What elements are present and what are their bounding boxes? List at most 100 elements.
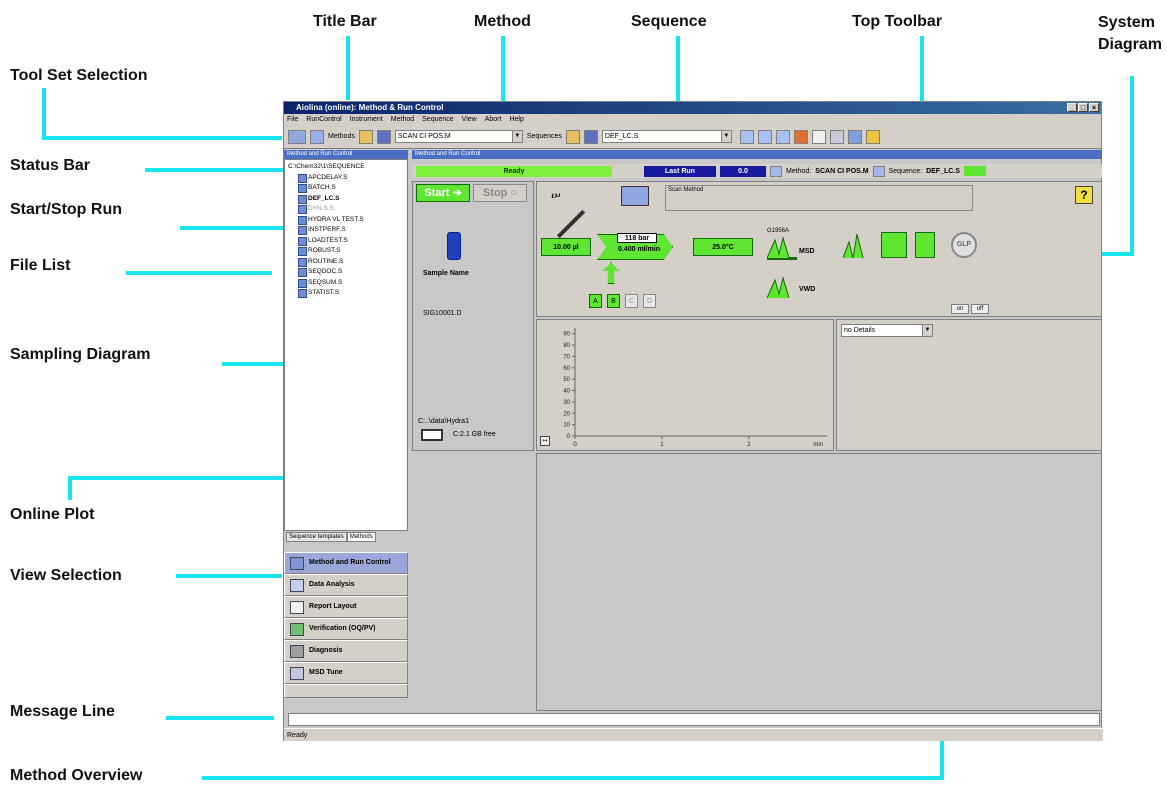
glp-icon[interactable]: GLP — [951, 232, 977, 258]
data-analysis-icon — [290, 579, 304, 592]
view-verification[interactable]: Verification (OQ/PV) — [284, 618, 408, 640]
instrument-icon[interactable] — [310, 129, 324, 144]
tree-root[interactable]: C:\Chem32\1\SEQUENCE — [288, 162, 365, 173]
sequences-label: Sequences — [526, 133, 562, 140]
view-label: Data Analysis — [309, 581, 355, 588]
line-sysdiag-v — [1130, 76, 1134, 256]
save-sequence-icon[interactable] — [583, 129, 598, 144]
menu-help[interactable]: Help — [509, 114, 523, 125]
file-item[interactable]: BATCH.S — [288, 183, 365, 194]
file-item[interactable]: ROUTINE.S — [288, 257, 365, 268]
view-method-run-control[interactable]: Method and Run Control — [284, 552, 408, 574]
vwd-peak-icon[interactable] — [766, 276, 797, 300]
scan-method-icon — [621, 186, 649, 206]
details-select[interactable]: no Details ▼ — [841, 324, 933, 337]
glp-label: GLP — [956, 241, 972, 248]
line-toolset-v — [42, 88, 46, 140]
file-item[interactable]: STATIST.S — [288, 288, 365, 299]
close-button[interactable]: × — [1089, 103, 1099, 112]
system-diagram: ሠ Scan Method ? 10.00 µl 118 bar 0.400 m… — [536, 181, 1102, 317]
method-select[interactable]: SCAN CI POS.M ▼ — [394, 130, 523, 143]
toolbar-icon-3[interactable] — [775, 129, 790, 144]
tab-sequence-templates[interactable]: Sequence templates — [286, 532, 347, 542]
msd-peak-svg — [766, 236, 790, 259]
sequence-select[interactable]: DEF_LC.S ▼ — [601, 130, 732, 143]
main-panel-header: Method and Run Control — [412, 150, 1102, 159]
callout-start-stop: Start/Stop Run — [10, 201, 122, 218]
menu-instrument[interactable]: Instrument — [350, 114, 383, 125]
save-method-icon[interactable] — [376, 129, 391, 144]
online-plot-chart: 0 10 20 30 40 50 60 70 80 90 0 1 2 min — [563, 328, 827, 448]
callout-status-bar: Status Bar — [10, 157, 91, 174]
menu-method[interactable]: Method — [391, 114, 414, 125]
view-diagnosis[interactable]: Diagnosis — [284, 640, 408, 662]
column-module[interactable]: 25.0°C — [693, 238, 753, 256]
menu-sequence[interactable]: Sequence — [422, 114, 454, 125]
peaks-svg — [842, 233, 864, 259]
view-more[interactable] — [284, 684, 408, 698]
sequence-select-value: DEF_LC.S — [604, 133, 639, 140]
view-label: MSD Tune — [309, 669, 343, 676]
view-label: Method and Run Control — [309, 559, 391, 566]
tab-methods[interactable]: Methods — [346, 532, 376, 542]
menu-view[interactable]: View — [462, 114, 477, 125]
pressure-box: 118 bar — [617, 233, 657, 243]
toolbar-icon-5[interactable] — [811, 129, 826, 144]
stop-button[interactable]: Stop ○ — [473, 184, 527, 202]
start-button[interactable]: Start ➔ — [416, 184, 470, 202]
help-button[interactable]: ? — [1075, 186, 1093, 204]
sample-file: SIG10001.D — [423, 310, 462, 317]
file-item[interactable]: APCDELAY.S — [288, 173, 365, 184]
maximize-button[interactable]: □ — [1078, 103, 1088, 112]
line-toolset-h — [42, 136, 282, 140]
menu-abort[interactable]: Abort — [485, 114, 502, 125]
off-button[interactable]: off — [971, 304, 989, 314]
on-button[interactable]: on — [951, 304, 969, 314]
line-title-bar — [346, 36, 350, 100]
toolbar-icon-1[interactable] — [739, 129, 754, 144]
method-select-value: SCAN CI POS.M — [397, 133, 451, 140]
line-message — [166, 716, 274, 720]
message-line[interactable] — [288, 713, 1100, 726]
file-item[interactable]: LOADTEST.S — [288, 236, 365, 247]
view-report-layout[interactable]: Report Layout — [284, 596, 408, 618]
view-msd-tune[interactable]: MSD Tune — [284, 662, 408, 684]
load-sequence-icon[interactable] — [565, 129, 580, 144]
minimize-button[interactable]: _ — [1067, 103, 1077, 112]
callout-method-overview: Method Overview — [10, 767, 143, 784]
bottle-d[interactable]: D — [643, 294, 656, 308]
toolbar-icon-4[interactable] — [793, 129, 808, 144]
toolbar-icon-2[interactable] — [757, 129, 772, 144]
print-icon[interactable] — [829, 129, 844, 144]
line-plot-v — [68, 476, 72, 500]
callout-system-diagram: System Diagram — [1098, 12, 1162, 56]
disk-icon — [421, 429, 443, 441]
file-tree: C:\Chem32\1\SEQUENCE APCDELAY.S BATCH.S … — [288, 162, 365, 299]
menu-runcontrol[interactable]: RunControl — [306, 114, 341, 125]
load-method-icon[interactable] — [358, 129, 373, 144]
file-item[interactable]: ROBUST.S — [288, 246, 365, 257]
file-item[interactable]: INSTPERF.S — [288, 225, 365, 236]
injector-module[interactable]: 10.00 µl — [541, 238, 591, 256]
file-item-selected[interactable]: DEF_LC.S — [288, 194, 365, 205]
status-method-label: Method: — [786, 167, 812, 175]
bottle-a[interactable]: A — [589, 294, 602, 308]
menu-file[interactable]: File — [287, 114, 298, 125]
y-tick-label: 10 — [563, 423, 570, 429]
menu-bar: File RunControl Instrument Method Sequen… — [284, 114, 1101, 125]
msd-peak-icon[interactable] — [766, 236, 797, 260]
file-item[interactable]: SEQSUM.S — [288, 278, 365, 289]
y-tick-label: 80 — [563, 343, 570, 349]
bottle-b[interactable]: B — [607, 294, 620, 308]
file-item[interactable]: HYDRA VL TEST.S — [288, 215, 365, 226]
plot-scale-button[interactable]: ↦ — [540, 436, 550, 446]
file-item[interactable]: SEQDOC.S — [288, 267, 365, 278]
toolset-icon[interactable] — [288, 129, 306, 144]
view-data-analysis[interactable]: Data Analysis — [284, 574, 408, 596]
toolbar-icon-7[interactable] — [847, 129, 862, 144]
scan-method-text: Scan Method — [668, 187, 704, 193]
bottle-c[interactable]: C — [625, 294, 638, 308]
tuning-fork-icon: ሠ — [551, 188, 561, 202]
toolbar-icon-8[interactable] — [865, 129, 880, 144]
file-item[interactable]: DYN.S.S — [288, 204, 365, 215]
